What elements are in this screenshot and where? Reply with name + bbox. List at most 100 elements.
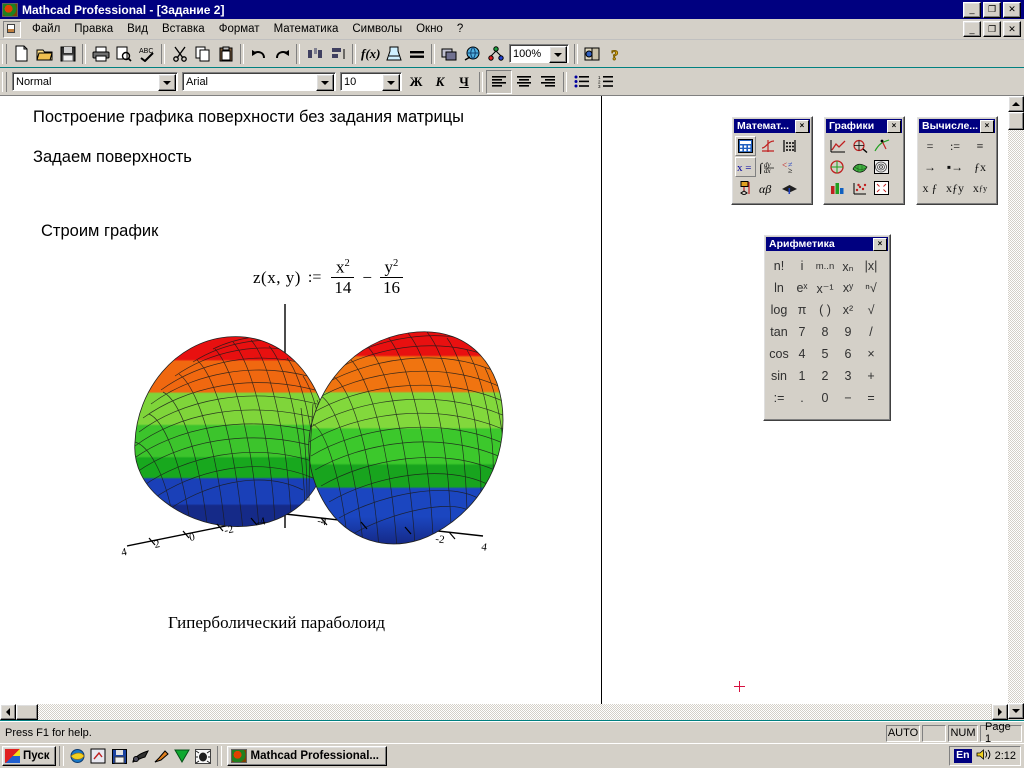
mdi-minimize-button[interactable]: _ [963, 21, 981, 37]
prefix-operator-button[interactable]: x ƒ [919, 178, 941, 198]
new-document-icon[interactable] [10, 42, 33, 65]
chevron-down-icon[interactable] [549, 46, 567, 63]
evaluation-palette[interactable]: Вычисле... × = := ≡ → ▪→ ƒx x ƒ xƒy xƒy [916, 116, 998, 205]
copy-icon[interactable] [191, 42, 214, 65]
greek-palette-icon[interactable]: αβ [757, 178, 778, 198]
digit-9-button[interactable]: 9 [837, 321, 859, 343]
scatter-plot-icon[interactable] [849, 178, 870, 198]
numbered-list-icon[interactable]: 123 [594, 71, 618, 93]
surface-definition-formula[interactable]: z(x, y) := x2 14 − y2 16 [253, 258, 406, 297]
units-beaker-icon[interactable] [382, 42, 405, 65]
multiply-button[interactable]: × [860, 343, 882, 365]
close-icon[interactable]: × [980, 119, 994, 133]
xy-plot-icon[interactable] [827, 136, 848, 156]
horizontal-scrollbar-thumb[interactable] [16, 704, 38, 720]
font-size-combobox[interactable]: 10 [340, 72, 402, 91]
surface-plot-3d[interactable]: 1 -1 [105, 296, 525, 586]
vertical-scrollbar-thumb[interactable] [1008, 112, 1024, 130]
insert-component-icon[interactable] [438, 42, 461, 65]
menu-item-symbolics[interactable]: Символы [345, 21, 409, 37]
document-control-icon[interactable] [3, 20, 21, 38]
arithmetic-palette-icon[interactable] [735, 136, 756, 156]
language-indicator[interactable]: En [954, 749, 972, 763]
math-palette[interactable]: Математ... × x = ∫ dy dx < ≠ ≥ αβ [731, 116, 813, 205]
menu-item-insert[interactable]: Вставка [155, 21, 212, 37]
digit-3-button[interactable]: 3 [837, 365, 859, 387]
close-button[interactable]: ✕ [1003, 1, 1021, 18]
evaluate-equals-button[interactable]: = [919, 136, 941, 156]
calculus-palette-icon[interactable]: ∫ dy dx [757, 157, 778, 177]
contour-plot-icon[interactable] [871, 157, 892, 177]
paste-clipboard-icon[interactable] [214, 42, 237, 65]
bold-button[interactable]: Ж [404, 71, 428, 93]
digit-1-button[interactable]: 1 [791, 365, 813, 387]
function-fx-button[interactable]: ƒx [969, 157, 991, 177]
vector-field-icon[interactable] [871, 178, 892, 198]
menu-item-format[interactable]: Формат [212, 21, 267, 37]
pi-button[interactable]: π [791, 299, 813, 321]
math-palette-titlebar[interactable]: Математ... × [734, 119, 810, 133]
redo-arrow-icon[interactable] [270, 42, 293, 65]
document-heading[interactable]: Построение графика поверхности без задан… [33, 108, 464, 127]
evaluation-palette-titlebar[interactable]: Вычисле... × [919, 119, 995, 133]
vertical-scrollbar[interactable] [1008, 96, 1024, 720]
menu-item-view[interactable]: Вид [120, 21, 155, 37]
natural-log-button[interactable]: ln [768, 277, 790, 299]
factorial-button[interactable]: n! [768, 255, 790, 277]
square-root-button[interactable]: √ [860, 299, 882, 321]
mdi-close-button[interactable]: ✕ [1003, 21, 1021, 37]
open-folder-icon[interactable] [33, 42, 56, 65]
toolbar-grip[interactable] [2, 71, 7, 92]
align-left-icon[interactable] [486, 69, 512, 94]
digit-2-button[interactable]: 2 [814, 365, 836, 387]
internet-explorer-icon[interactable] [68, 747, 87, 765]
definition-assign-button[interactable]: := [944, 136, 966, 156]
print-preview-icon[interactable] [112, 42, 135, 65]
restore-button[interactable]: ❐ [983, 1, 1001, 18]
exponential-button[interactable]: eˣ [791, 277, 813, 299]
absolute-value-button[interactable]: |x| [860, 255, 882, 277]
close-icon[interactable]: × [795, 119, 809, 133]
start-button[interactable]: Пуск [2, 746, 56, 766]
minus-button[interactable]: − [837, 387, 859, 409]
menu-item-file[interactable]: Файл [25, 21, 67, 37]
log-button[interactable]: log [768, 299, 790, 321]
align-right-icon[interactable] [536, 71, 560, 93]
document-canvas[interactable]: Построение графика поверхности без задан… [0, 96, 1008, 704]
bullet-list-icon[interactable] [570, 71, 594, 93]
close-icon[interactable]: × [887, 119, 901, 133]
scroll-down-button[interactable] [1008, 703, 1024, 719]
align-center-icon[interactable] [512, 71, 536, 93]
matrix-palette-icon[interactable] [779, 136, 800, 156]
font-combobox[interactable]: Arial [182, 72, 336, 91]
arithmetic-palette-titlebar[interactable]: Арифметика × [766, 237, 888, 251]
menu-item-math[interactable]: Математика [267, 21, 346, 37]
chevron-down-icon[interactable] [316, 74, 334, 91]
cos-button[interactable]: cos [768, 343, 790, 365]
menu-item-window[interactable]: Окно [409, 21, 450, 37]
menu-item-help[interactable]: ? [450, 21, 470, 37]
save-floppy-icon[interactable] [110, 747, 129, 765]
underline-button[interactable]: Ч [452, 71, 476, 93]
range-variable-button[interactable]: m..n [814, 255, 836, 277]
subscript-button[interactable]: xₙ [837, 255, 859, 277]
surface-plot-icon[interactable] [849, 157, 870, 177]
scroll-right-button[interactable] [992, 704, 1008, 720]
symbolic-keyword-arrow-button[interactable]: ▪→ [944, 157, 966, 177]
digit-6-button[interactable]: 6 [837, 343, 859, 365]
chevron-down-icon[interactable] [158, 74, 176, 91]
graphs-palette[interactable]: Графики × [823, 116, 905, 205]
infix-operator-button[interactable]: xƒy [944, 178, 966, 198]
style-combobox[interactable]: Normal [12, 72, 178, 91]
sin-button[interactable]: sin [768, 365, 790, 387]
bar-plot-icon[interactable] [827, 178, 848, 198]
menu-item-edit[interactable]: Правка [67, 21, 120, 37]
graph-palette-icon[interactable] [757, 136, 778, 156]
document-subheading[interactable]: Задаем поверхность [33, 148, 192, 167]
calculate-equals-icon[interactable] [405, 42, 428, 65]
toolbar-grip[interactable] [2, 43, 7, 64]
scroll-left-button[interactable] [0, 704, 16, 720]
power-button[interactable]: xʸ [837, 277, 859, 299]
assign-button[interactable]: := [768, 387, 790, 409]
italic-button[interactable]: К [428, 71, 452, 93]
